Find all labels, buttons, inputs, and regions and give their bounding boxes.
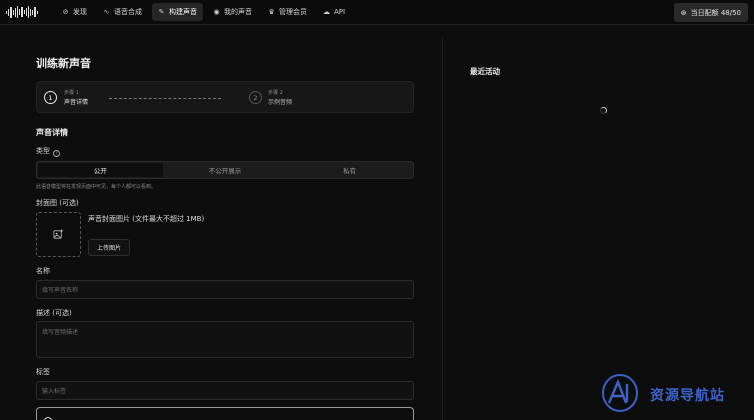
image-add-icon <box>53 229 64 239</box>
nav-label: 我的声音 <box>224 8 252 16</box>
compass-icon: ⊘ <box>62 8 69 16</box>
step-1-indicator: 1 <box>44 91 57 104</box>
step-2[interactable]: 步骤 2 示例音频 <box>268 89 292 107</box>
cover-title: 声音封面图片 (文件最大不超过 1MB) <box>88 215 205 223</box>
description-textarea[interactable]: 填写音频描述 <box>36 321 414 358</box>
nav-label: 发现 <box>73 8 87 16</box>
main-nav: ⊘ 发现 ∿ 语音合成 ✎ 构建声音 ◉ 我的声音 ♛ 管理会员 ☁ API <box>56 3 351 21</box>
nav-label: 语音合成 <box>114 8 142 16</box>
column-divider <box>442 38 443 420</box>
step-2-number-label: 步骤 2 <box>268 90 283 96</box>
loading-spinner-icon <box>600 107 607 114</box>
nav-item-build-voice[interactable]: ✎ 构建声音 <box>152 3 203 21</box>
daily-quota-badge[interactable]: ⊛ 当日配额 48/50 <box>673 3 748 22</box>
watermark-text: 资源导航站 <box>650 388 725 404</box>
nav-item-api[interactable]: ☁ API <box>317 3 351 21</box>
cloud-icon: ☁ <box>323 8 330 16</box>
cover-image-dropzone[interactable] <box>36 212 81 257</box>
visibility-option-public[interactable]: 公开 <box>38 163 163 177</box>
type-label: 类型 i <box>36 146 60 157</box>
nav-label: API <box>334 8 346 16</box>
recent-activity-title: 最近活动 <box>470 67 500 76</box>
top-navbar: ⊘ 发现 ∿ 语音合成 ✎ 构建声音 ◉ 我的声音 ♛ 管理会员 ☁ API ⊛… <box>0 0 754 25</box>
page-title: 训练新声音 <box>36 57 91 70</box>
visibility-selector: 公开 不公开展示 私有 <box>36 161 414 179</box>
nav-item-my-voices[interactable]: ◉ 我的声音 <box>207 3 258 21</box>
nav-label: 构建声音 <box>169 8 197 16</box>
brand-logo[interactable] <box>6 6 42 18</box>
upload-image-button[interactable]: 上传图片 <box>88 239 131 256</box>
waveform-icon: ∿ <box>103 8 110 16</box>
description-label: 描述 (可选) <box>36 309 72 317</box>
section-title: 声音详情 <box>36 128 68 137</box>
next-option-card[interactable] <box>36 407 414 420</box>
step-connector <box>109 98 221 99</box>
step-2-indicator: 2 <box>249 91 262 104</box>
info-icon[interactable]: i <box>53 150 60 157</box>
visibility-option-private[interactable]: 私有 <box>287 163 412 177</box>
name-input[interactable]: 填写声音名称 <box>36 280 414 299</box>
nav-item-membership[interactable]: ♛ 管理会员 <box>262 3 313 21</box>
cover-label: 封面图 (可选) <box>36 199 79 207</box>
type-label-text: 类型 <box>36 147 50 155</box>
step-1-name: 声音详情 <box>64 99 89 106</box>
tags-label: 标签 <box>36 368 50 376</box>
step-1[interactable]: 步骤 1 声音详情 <box>64 89 88 107</box>
quota-text: 当日配额 48/50 <box>690 8 741 17</box>
nav-item-discover[interactable]: ⊘ 发现 <box>56 3 93 21</box>
wand-icon: ✎ <box>158 8 165 16</box>
name-label: 名称 <box>36 267 50 275</box>
nav-item-tts[interactable]: ∿ 语音合成 <box>97 3 148 21</box>
gauge-icon: ⊛ <box>680 8 687 17</box>
crown-icon: ♛ <box>268 8 275 16</box>
voices-icon: ◉ <box>213 8 220 16</box>
step-1-number-label: 步骤 1 <box>64 90 79 96</box>
visibility-option-unlisted[interactable]: 不公开展示 <box>163 163 288 177</box>
visibility-hint: 此语音模型将在发现页面中可见，每个人都可以看到。 <box>36 184 157 190</box>
step-2-name: 示例音频 <box>268 99 293 106</box>
nav-label: 管理会员 <box>279 8 307 16</box>
tags-input[interactable]: 输入标签 <box>36 381 414 400</box>
stepper: 1 步骤 1 声音详情 2 步骤 2 示例音频 <box>36 81 414 113</box>
